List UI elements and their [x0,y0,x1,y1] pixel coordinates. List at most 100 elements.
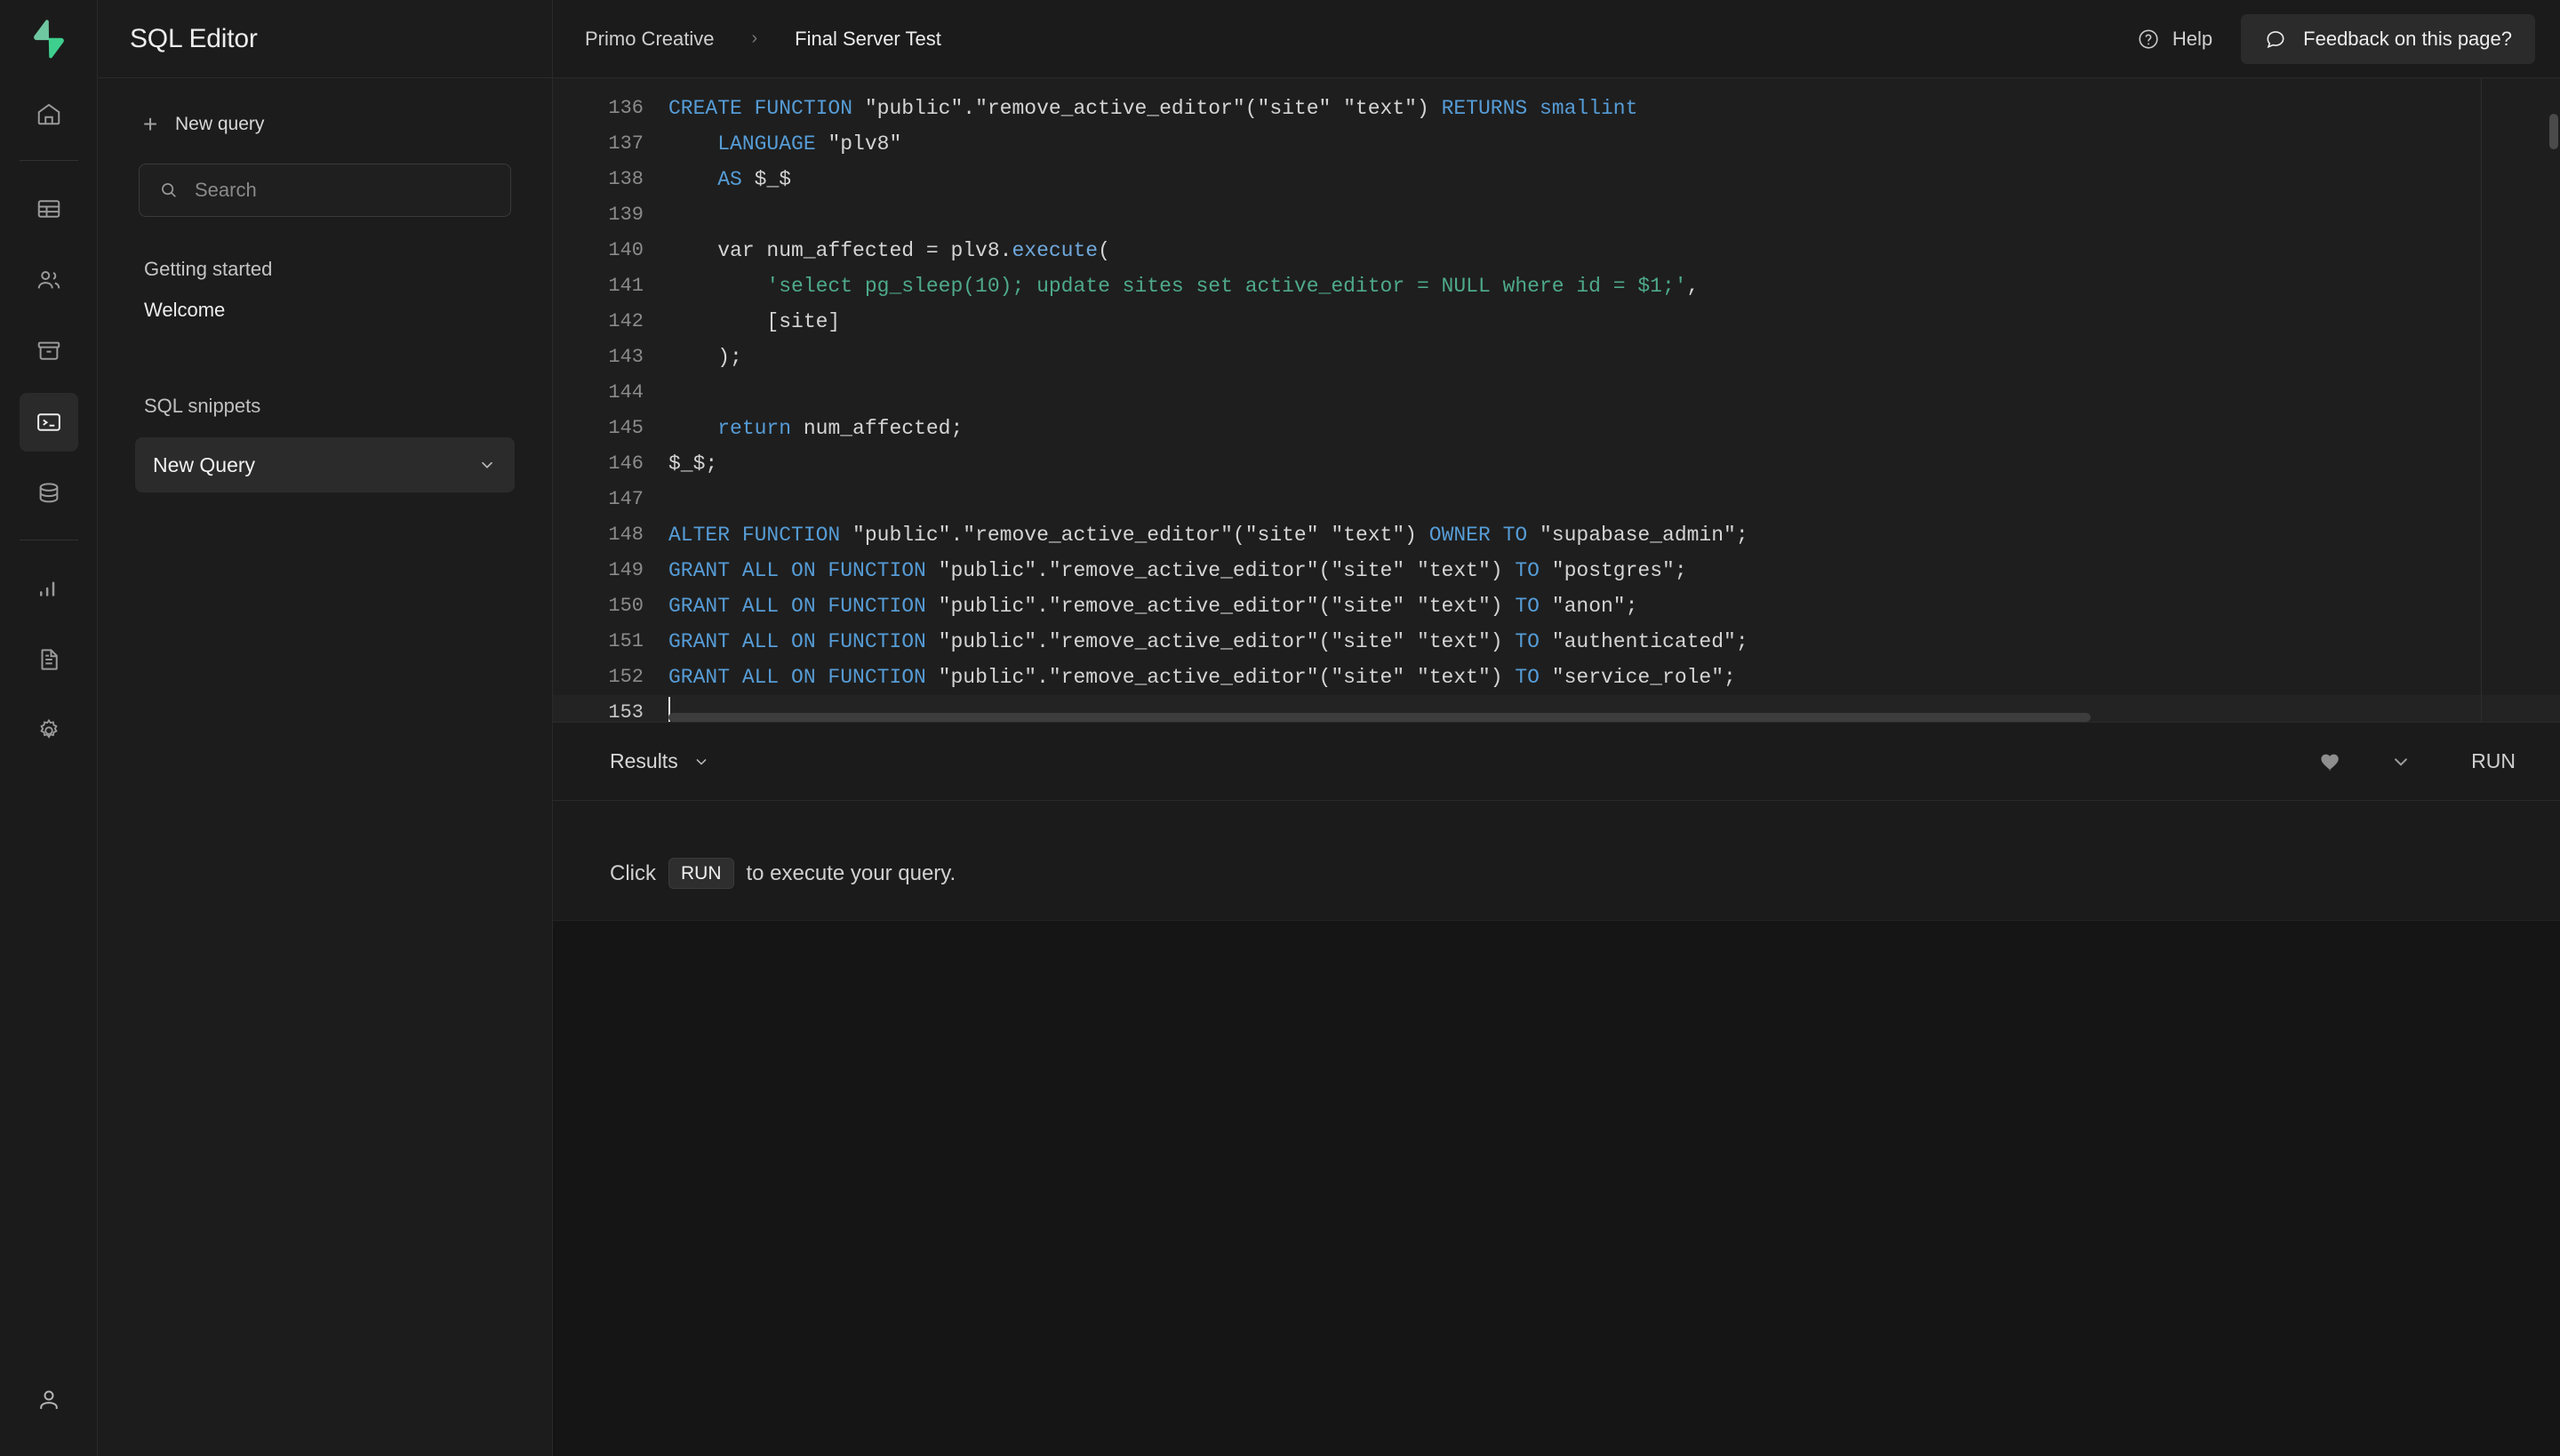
search-icon [159,180,179,200]
breadcrumb-org[interactable]: Primo Creative [585,28,714,51]
breadcrumb-project[interactable]: Final Server Test [795,28,941,51]
code-token: "anon"; [1552,595,1638,618]
chevron-down-icon [692,753,710,771]
line-number: 146 [553,446,668,482]
code-text [668,482,2560,517]
sidebar-item-home[interactable] [20,84,78,143]
code-text: return num_affected; [668,411,2560,446]
editor-vertical-scrollbar[interactable] [2549,114,2558,149]
code-line[interactable]: 138 AS $_$ [553,162,2560,197]
supabase-lightning-logo [30,19,68,60]
sidebar-item-reports[interactable] [20,559,78,618]
feedback-button[interactable]: Feedback on this page? [2241,14,2535,64]
sidebar-item-table-editor[interactable] [20,180,78,238]
favorite-button[interactable] [2318,749,2343,774]
code-text: $_$; [668,446,2560,482]
code-line[interactable]: 143 ); [553,340,2560,375]
code-token: AS [717,168,754,191]
code-token: ); [668,346,742,369]
code-token: [site] [668,310,840,333]
primary-nav-rail [0,0,98,1456]
code-token: "postgres"; [1552,559,1687,582]
results-empty-area [553,921,2560,1456]
search-input[interactable] [195,179,491,202]
scrollbar-thumb[interactable] [668,713,2091,722]
run-options-button[interactable] [2389,750,2412,773]
sidebar-item-database[interactable] [20,464,78,523]
code-token: return [717,417,804,440]
topbar-actions: Help Feedback on this page? [2121,14,2535,64]
line-number: 153 [553,695,668,723]
code-token: LANGUAGE [717,132,828,156]
line-number: 148 [553,517,668,553]
code-text: [site] [668,304,2560,340]
code-token: "public"."remove_active_editor"("site" "… [865,97,1442,120]
sidebar-header: SQL Editor [98,0,552,78]
code-line[interactable]: 151GRANT ALL ON FUNCTION "public"."remov… [553,624,2560,660]
archive-icon [36,338,62,364]
list-item[interactable]: New Query [135,437,515,492]
search-box[interactable] [139,164,511,217]
account-button[interactable] [20,1371,78,1429]
code-line[interactable]: 146$_$; [553,446,2560,482]
sidebar-item-getting-started[interactable]: Getting started [121,249,529,290]
sidebar-item-storage[interactable] [20,322,78,380]
code-token: CREATE FUNCTION [668,97,865,120]
code-token: ALTER FUNCTION [668,524,852,547]
topbar: Primo Creative › Final Server Test Help [553,0,2560,78]
run-button[interactable]: RUN [2459,742,2528,780]
code-line[interactable]: 142 [site] [553,304,2560,340]
code-token [668,275,766,298]
new-query-button[interactable]: + New query [121,105,529,144]
code-line[interactable]: 141 'select pg_sleep(10); update sites s… [553,268,2560,304]
line-number: 150 [553,588,668,624]
line-number: 136 [553,91,668,126]
code-line[interactable]: 144 [553,375,2560,411]
code-token: , [1687,275,1700,298]
code-line[interactable]: 149GRANT ALL ON FUNCTION "public"."remov… [553,553,2560,588]
code-token: "public"."remove_active_editor"("site" "… [939,630,1516,653]
line-number: 152 [553,660,668,695]
chevron-down-icon[interactable] [477,455,497,475]
code-line[interactable]: 139 [553,197,2560,233]
sidebar-item-welcome[interactable]: Welcome [121,290,529,331]
users-icon [36,267,62,293]
results-dropdown[interactable]: Results [610,749,710,773]
code-token: GRANT ALL ON FUNCTION [668,666,939,689]
code-line[interactable]: 148ALTER FUNCTION "public"."remove_activ… [553,517,2560,553]
code-line[interactable]: 150GRANT ALL ON FUNCTION "public"."remov… [553,588,2560,624]
help-button[interactable]: Help [2121,19,2228,60]
sql-snippets-heading: SQL snippets [121,395,529,418]
code-token: num_affected; [804,417,963,440]
results-toolbar: Results RUN [553,723,2560,801]
code-token: "authenticated"; [1552,630,1748,653]
code-lines[interactable]: 136CREATE FUNCTION "public"."remove_acti… [553,78,2560,723]
heart-icon [2318,749,2343,774]
code-text: GRANT ALL ON FUNCTION "public"."remove_a… [668,553,2560,588]
line-number: 141 [553,268,668,304]
editor-horizontal-scrollbar[interactable] [668,713,2560,722]
line-number: 147 [553,482,668,517]
code-line[interactable]: 137 LANGUAGE "plv8" [553,126,2560,162]
code-token: TO [1515,666,1551,689]
sidebar-item-sql-editor[interactable] [20,393,78,452]
results-panel: Click RUN to execute your query. [553,801,2560,921]
code-line[interactable]: 140 var num_affected = plv8.execute( [553,233,2560,268]
code-token: TO [1515,630,1551,653]
sidebar-item-logs[interactable] [20,630,78,689]
sidebar-item-settings[interactable] [20,701,78,760]
code-token: $_$ [755,168,791,191]
code-token: TO [1515,595,1551,618]
code-line[interactable]: 145 return num_affected; [553,411,2560,446]
code-line[interactable]: 147 [553,482,2560,517]
line-number: 137 [553,126,668,162]
code-token: "public"."remove_active_editor"("site" "… [939,595,1516,618]
code-line[interactable]: 136CREATE FUNCTION "public"."remove_acti… [553,91,2560,126]
code-line[interactable]: 152GRANT ALL ON FUNCTION "public"."remov… [553,660,2560,695]
code-token: RETURNS smallint [1442,97,1638,120]
sidebar-item-authentication[interactable] [20,251,78,309]
rail-items [0,78,97,766]
supabase-logo[interactable] [0,0,97,78]
sql-code-editor[interactable]: 136CREATE FUNCTION "public"."remove_acti… [553,78,2560,723]
code-text [668,375,2560,411]
